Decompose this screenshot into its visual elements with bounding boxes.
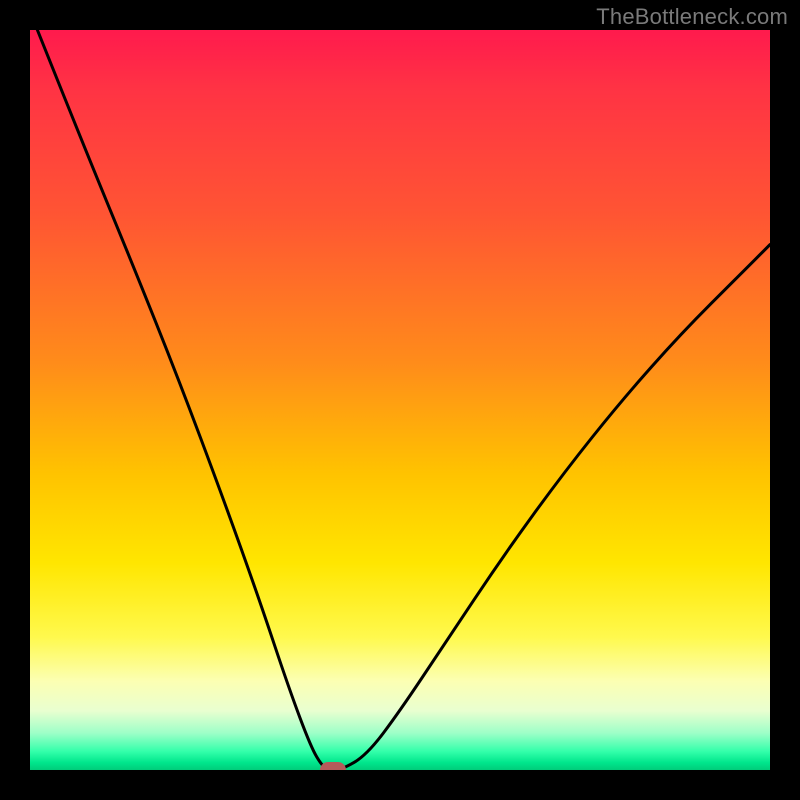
plot-area: [30, 30, 770, 770]
bottleneck-curve: [30, 30, 770, 770]
optimum-marker: [320, 762, 346, 770]
watermark-text: TheBottleneck.com: [596, 4, 788, 30]
chart-frame: TheBottleneck.com: [0, 0, 800, 800]
